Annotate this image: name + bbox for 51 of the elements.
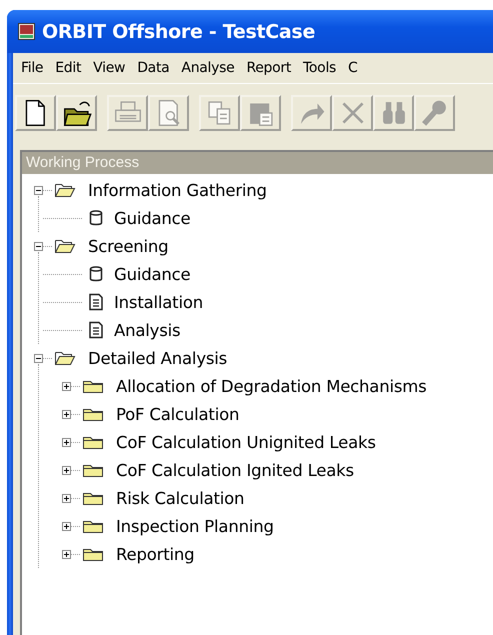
- tree-item[interactable]: Allocation of Degradation Mechanisms: [116, 376, 427, 396]
- menu-item[interactable]: Analyse: [175, 60, 240, 76]
- open-folder-icon: [54, 182, 76, 198]
- tree-item[interactable]: Detailed Analysis: [88, 348, 228, 368]
- app-icon: [18, 23, 35, 40]
- open-folder-icon: [54, 350, 76, 366]
- expand-icon[interactable]: [62, 438, 71, 446]
- menu-item[interactable]: View: [87, 60, 132, 76]
- toolbar-button[interactable]: [56, 95, 97, 131]
- menu-item[interactable]: Tools: [297, 60, 342, 76]
- tree-item[interactable]: Guidance: [114, 208, 190, 228]
- menu-item[interactable]: C: [342, 60, 364, 76]
- cylinder-icon: [88, 209, 104, 227]
- collapse-icon[interactable]: [34, 354, 43, 362]
- collapse-icon[interactable]: [34, 242, 43, 250]
- folder-icon: [82, 462, 104, 478]
- menu-item[interactable]: Data: [131, 60, 176, 76]
- document-icon: [88, 321, 104, 339]
- open-folder-icon: [54, 238, 76, 254]
- expand-icon[interactable]: [62, 382, 71, 390]
- window-title: ORBIT Offshore - TestCase: [42, 20, 316, 42]
- tree-item[interactable]: Risk Calculation: [116, 488, 244, 508]
- tree-item[interactable]: CoF Calculation Ignited Leaks: [116, 460, 354, 480]
- tree-item[interactable]: Installation: [114, 292, 203, 312]
- folder-icon: [82, 406, 104, 422]
- expand-icon[interactable]: [62, 494, 71, 502]
- tree-item[interactable]: Reporting: [116, 544, 194, 564]
- tree-item[interactable]: Guidance: [114, 264, 190, 284]
- expand-icon[interactable]: [62, 550, 71, 558]
- menu-item[interactable]: Report: [240, 60, 298, 76]
- expand-icon[interactable]: [62, 522, 71, 530]
- cylinder-icon: [88, 265, 104, 283]
- folder-icon: [82, 378, 104, 394]
- tree-item[interactable]: Analysis: [114, 320, 180, 340]
- tree-item[interactable]: Information Gathering: [88, 180, 267, 200]
- folder-icon: [82, 518, 104, 534]
- folder-icon: [82, 434, 104, 450]
- folder-icon: [82, 490, 104, 506]
- expand-icon[interactable]: [62, 410, 71, 418]
- tree-item[interactable]: CoF Calculation Unignited Leaks: [116, 432, 376, 452]
- toolbar-button[interactable]: [15, 95, 56, 131]
- document-icon: [88, 293, 104, 311]
- expand-icon[interactable]: [62, 466, 71, 474]
- tree-item[interactable]: Inspection Planning: [116, 516, 274, 536]
- panel-header: Working Process: [22, 152, 493, 174]
- collapse-icon[interactable]: [34, 186, 43, 194]
- folder-icon: [82, 546, 104, 562]
- tree-item[interactable]: Screening: [88, 236, 168, 256]
- tree-item[interactable]: PoF Calculation: [116, 404, 240, 424]
- menu-item[interactable]: File: [15, 60, 50, 76]
- menu-item[interactable]: Edit: [49, 60, 88, 76]
